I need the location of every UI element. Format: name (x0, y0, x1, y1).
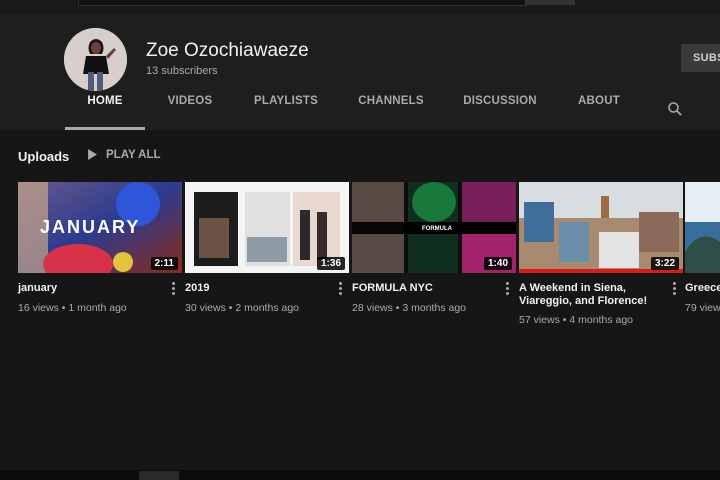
thumbnail-text: FORMULA (422, 226, 453, 232)
play-all-button[interactable]: PLAY ALL (87, 149, 161, 161)
video-thumbnail[interactable]: 1:36 (185, 182, 349, 273)
video-card[interactable]: 1:36 2019 30 views • 2 months ago (185, 182, 349, 314)
upload-age: 1 month ago (68, 302, 127, 314)
video-metadata: 30 views • 2 months ago (185, 302, 300, 314)
subscribe-button[interactable]: SUBS (681, 44, 720, 72)
tab-discussion[interactable]: DISCUSSION (460, 90, 540, 130)
more-vert-icon[interactable] (506, 282, 510, 296)
video-title[interactable]: Greece (685, 282, 720, 295)
tab-playlists[interactable]: PLAYLISTS (250, 90, 322, 130)
search-icon[interactable] (667, 101, 683, 117)
view-count: 57 views (519, 314, 560, 326)
video-duration: 3:22 (650, 257, 679, 270)
subscriber-count: 13 subscribers (146, 65, 218, 77)
video-metadata: 16 views • 1 month ago (18, 302, 127, 314)
video-duration: 1:40 (483, 257, 512, 270)
view-count: 16 views (18, 302, 59, 314)
view-count: 28 views (352, 302, 393, 314)
search-input[interactable] (78, 0, 527, 6)
shelf-title[interactable]: Uploads (18, 149, 69, 164)
search-button[interactable] (525, 0, 575, 5)
upload-age: 3 months ago (402, 302, 467, 314)
channel-name: Zoe Ozochiawaeze (146, 40, 309, 61)
tab-home[interactable]: HOME (65, 90, 145, 130)
video-thumbnail[interactable]: JANUARY 2:11 (18, 182, 182, 273)
video-title[interactable]: january (18, 282, 158, 295)
video-title[interactable]: A Weekend in Siena, Viareggio, and Flore… (519, 282, 659, 308)
channel-avatar[interactable] (64, 28, 127, 91)
video-metadata: 57 views • 4 months ago (519, 314, 634, 326)
view-count: 79 views (685, 302, 720, 314)
video-title[interactable]: FORMULA NYC (352, 282, 492, 295)
more-vert-icon[interactable] (172, 282, 176, 296)
top-bar (0, 0, 720, 14)
video-thumbnail[interactable]: 3:22 (519, 182, 683, 273)
video-thumbnail[interactable] (685, 182, 720, 273)
taskbar-app-icon[interactable] (139, 471, 179, 480)
video-duration: 1:36 (316, 257, 345, 270)
video-duration: 2:11 (150, 257, 178, 270)
thumbnail-text: JANUARY (40, 217, 140, 237)
video-card[interactable]: Greece 79 views (685, 182, 720, 322)
play-all-label: PLAY ALL (106, 149, 161, 161)
video-title[interactable]: 2019 (185, 282, 325, 295)
video-card[interactable]: JANUARY 2:11 january 16 views • 1 month … (18, 182, 182, 314)
tab-channels[interactable]: CHANNELS (355, 90, 427, 130)
video-card[interactable]: 3:22 A Weekend in Siena, Viareggio, and … (519, 182, 683, 326)
view-count: 30 views (185, 302, 226, 314)
video-metadata: 28 views • 3 months ago (352, 302, 467, 314)
play-icon (88, 149, 97, 160)
video-card[interactable]: FORMULA 1:40 FORMULA NYC 28 views • 3 mo… (352, 182, 516, 314)
tab-videos[interactable]: VIDEOS (160, 90, 220, 130)
upload-age: 2 months ago (235, 302, 300, 314)
tab-about[interactable]: ABOUT (574, 90, 624, 130)
more-vert-icon[interactable] (673, 282, 677, 296)
more-vert-icon[interactable] (339, 282, 343, 296)
upload-age: 4 months ago (569, 314, 634, 326)
video-thumbnail[interactable]: FORMULA 1:40 (352, 182, 516, 273)
taskbar (0, 470, 720, 480)
channel-tabs: HOME VIDEOS PLAYLISTS CHANNELS DISCUSSIO… (0, 90, 720, 130)
